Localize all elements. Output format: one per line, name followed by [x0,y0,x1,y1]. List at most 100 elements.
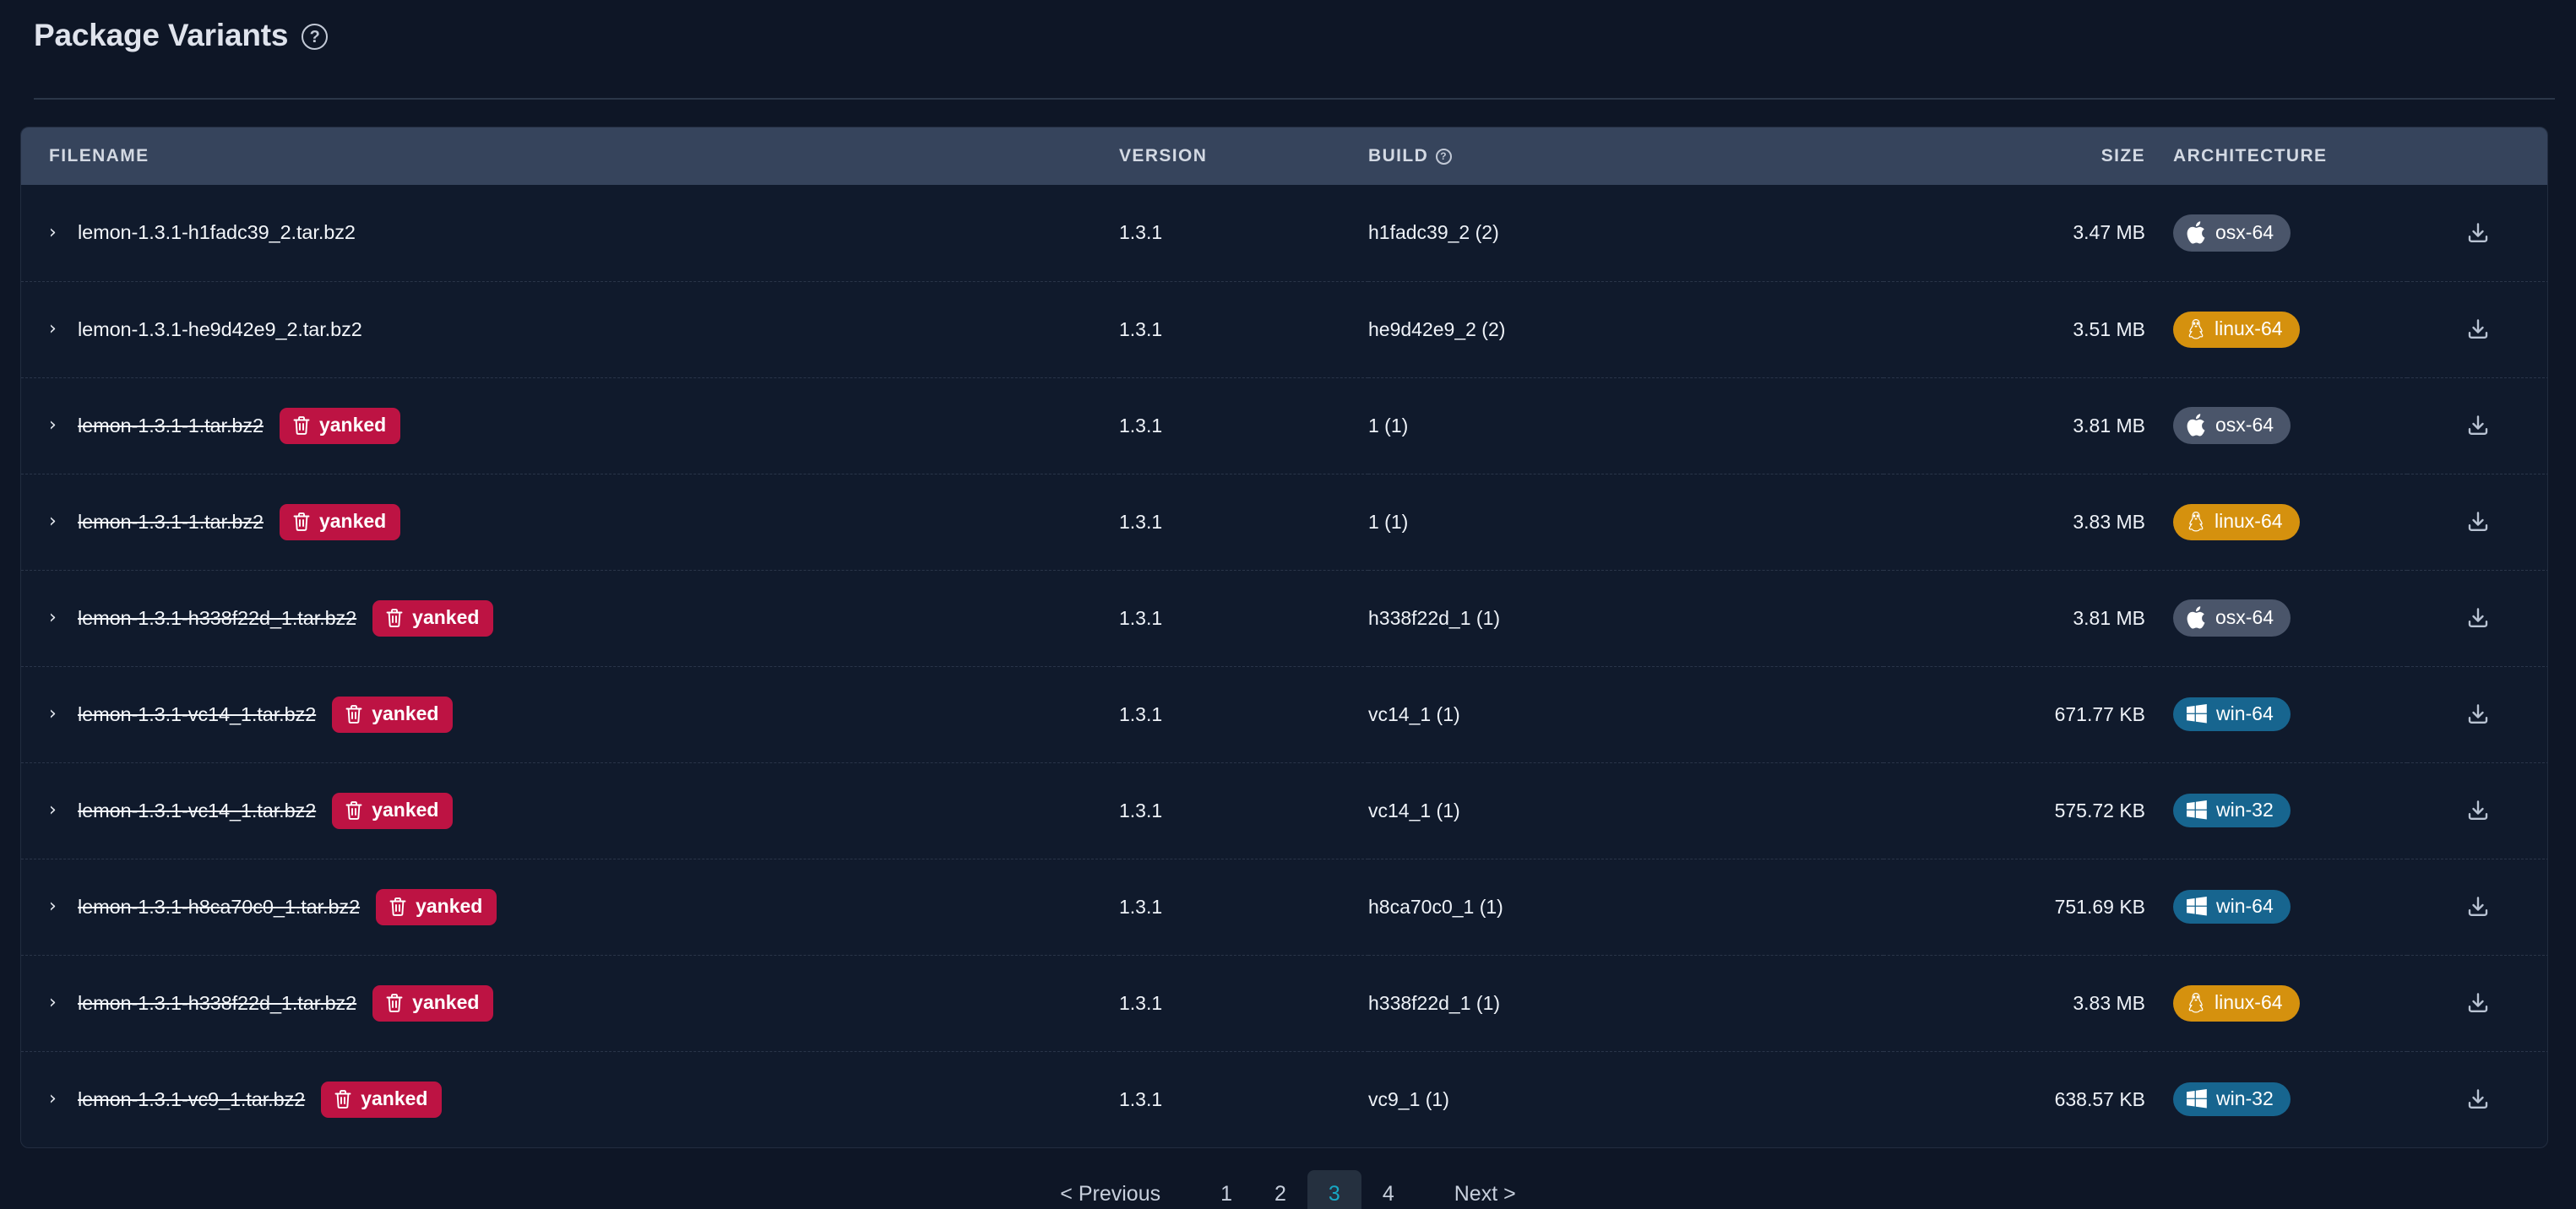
page-header: Package Variants ? [0,0,2576,81]
cell-architecture: win-64 [2145,666,2407,762]
expand-chevron-icon[interactable]: › [49,897,78,916]
download-icon[interactable] [2459,214,2497,252]
yanked-badge[interactable]: yanked [321,1081,443,1118]
architecture-badge[interactable]: osx-64 [2173,214,2291,252]
expand-chevron-icon[interactable]: › [49,1090,78,1109]
expand-chevron-icon[interactable]: › [49,705,78,724]
expand-chevron-icon[interactable]: › [49,801,78,820]
cell-architecture: win-32 [2145,762,2407,859]
cell-build: vc9_1 (1) [1368,1087,1449,1110]
architecture-badge[interactable]: linux-64 [2173,311,2300,348]
filename-text[interactable]: lemon-1.3.1-1.tar.bz2 [78,511,264,534]
pagination-previous[interactable]: < Previous [1041,1173,1179,1209]
table-row[interactable]: › lemon-1.3.1-h338f22d_1.tar.bz2 yanked 1.3… [21,955,2547,1051]
filename-text[interactable]: lemon-1.3.1-vc14_1.tar.bz2 [78,703,316,726]
linux-tux-icon [2187,992,2205,1014]
pagination-page-1[interactable]: 1 [1199,1170,1253,1209]
architecture-badge[interactable]: linux-64 [2173,503,2300,540]
column-header-version[interactable]: VERSION [1119,127,1368,185]
column-header-size[interactable]: SIZE [1883,127,2145,185]
cell-build: h338f22d_1 (1) [1368,606,1501,629]
expand-chevron-icon[interactable]: › [49,320,78,339]
column-header-architecture[interactable]: ARCHITECTURE [2145,127,2407,185]
cell-build: 1 (1) [1368,510,1409,533]
filename-text[interactable]: lemon-1.3.1-h1fadc39_2.tar.bz2 [78,221,356,244]
table-row[interactable]: › lemon-1.3.1-he9d42e9_2.tar.bz2 1.3.1 he9d… [21,281,2547,377]
yanked-badge[interactable]: yanked [376,888,497,925]
filename-text[interactable]: lemon-1.3.1-vc9_1.tar.bz2 [78,1088,305,1111]
download-icon[interactable] [2459,791,2497,830]
cell-size: 3.81 MB [2073,414,2145,436]
linux-tux-icon [2187,318,2205,340]
column-header-filename[interactable]: FILENAME [21,127,1119,185]
table-row[interactable]: › lemon-1.3.1-1.tar.bz2 yanked 1.3.1 1 (1) 3.… [21,377,2547,474]
yanked-badge[interactable]: yanked [279,407,401,444]
pagination-pages: 1234 [1199,1170,1416,1209]
architecture-label: osx-64 [2215,414,2274,436]
cell-architecture: linux-64 [2145,955,2407,1051]
download-icon[interactable] [2459,1080,2497,1119]
expand-chevron-icon[interactable]: › [49,994,78,1012]
cell-filename: › lemon-1.3.1-1.tar.bz2 yanked [21,474,1119,570]
cell-build: vc14_1 (1) [1368,799,1460,821]
pagination-page-3[interactable]: 3 [1307,1170,1361,1209]
expand-chevron-icon[interactable]: › [49,512,78,531]
cell-build: h338f22d_1 (1) [1368,991,1501,1014]
help-circle-icon[interactable]: ? [302,24,329,51]
yanked-badge[interactable]: yanked [372,984,494,1022]
architecture-badge[interactable]: win-64 [2173,890,2291,924]
filename-text[interactable]: lemon-1.3.1-h338f22d_1.tar.bz2 [78,607,356,630]
yanked-badge[interactable]: yanked [372,599,494,637]
cell-filename: › lemon-1.3.1-1.tar.bz2 yanked [21,377,1119,474]
filename-text[interactable]: lemon-1.3.1-he9d42e9_2.tar.bz2 [78,318,362,341]
column-header-build-label: BUILD [1368,146,1429,165]
pagination-next[interactable]: Next > [1436,1173,1535,1209]
cell-architecture: win-64 [2145,859,2407,955]
download-icon[interactable] [2459,887,2497,926]
table-row[interactable]: › lemon-1.3.1-h1fadc39_2.tar.bz2 1.3.1 h1fa… [21,185,2547,281]
architecture-badge[interactable]: osx-64 [2173,599,2291,637]
cell-download [2407,859,2547,955]
download-icon[interactable] [2459,502,2497,541]
download-icon[interactable] [2459,406,2497,445]
download-icon[interactable] [2459,695,2497,734]
architecture-badge[interactable]: osx-64 [2173,407,2291,444]
linux-tux-icon [2187,511,2205,533]
build-help-circle-icon[interactable]: ? [1436,148,1453,165]
pagination-page-4[interactable]: 4 [1361,1170,1416,1209]
download-icon[interactable] [2459,599,2497,637]
trash-icon [345,800,363,821]
table-row[interactable]: › lemon-1.3.1-vc14_1.tar.bz2 yanked 1.3.1 vc… [21,762,2547,859]
filename-text[interactable]: lemon-1.3.1-vc14_1.tar.bz2 [78,800,316,822]
table-row[interactable]: › lemon-1.3.1-h338f22d_1.tar.bz2 yanked 1.3… [21,570,2547,666]
cell-version: 1.3.1 [1119,799,1163,821]
trash-icon [385,608,404,628]
filename-text[interactable]: lemon-1.3.1-h8ca70c0_1.tar.bz2 [78,896,360,919]
architecture-label: win-64 [2216,895,2274,917]
expand-chevron-icon[interactable]: › [49,609,78,627]
yanked-badge[interactable]: yanked [332,696,454,733]
architecture-badge[interactable]: win-32 [2173,794,2291,827]
download-icon[interactable] [2459,984,2497,1022]
cell-version: 1.3.1 [1119,895,1163,918]
expand-chevron-icon[interactable]: › [49,223,78,242]
filename-text[interactable]: lemon-1.3.1-1.tar.bz2 [78,415,264,437]
cell-filename: › lemon-1.3.1-vc14_1.tar.bz2 yanked [21,666,1119,762]
column-header-build[interactable]: BUILD ? [1368,127,1883,185]
filename-text[interactable]: lemon-1.3.1-h338f22d_1.tar.bz2 [78,992,356,1015]
table-row[interactable]: › lemon-1.3.1-1.tar.bz2 yanked 1.3.1 1 (1) 3.… [21,474,2547,570]
architecture-badge[interactable]: win-64 [2173,697,2291,731]
title-row: Package Variants ? [34,18,2576,53]
cell-architecture: osx-64 [2145,185,2407,281]
yanked-badge[interactable]: yanked [279,503,401,540]
pagination-page-2[interactable]: 2 [1253,1170,1307,1209]
yanked-badge[interactable]: yanked [332,792,454,829]
table-row[interactable]: › lemon-1.3.1-h8ca70c0_1.tar.bz2 yanked 1.3… [21,859,2547,955]
architecture-badge[interactable]: linux-64 [2173,984,2300,1022]
table-row[interactable]: › lemon-1.3.1-vc14_1.tar.bz2 yanked 1.3.1 vc… [21,666,2547,762]
download-icon[interactable] [2459,310,2497,349]
expand-chevron-icon[interactable]: › [49,416,78,435]
cell-architecture: linux-64 [2145,474,2407,570]
architecture-badge[interactable]: win-32 [2173,1082,2291,1117]
table-row[interactable]: › lemon-1.3.1-vc9_1.tar.bz2 yanked 1.3.1 vc9… [21,1051,2547,1147]
